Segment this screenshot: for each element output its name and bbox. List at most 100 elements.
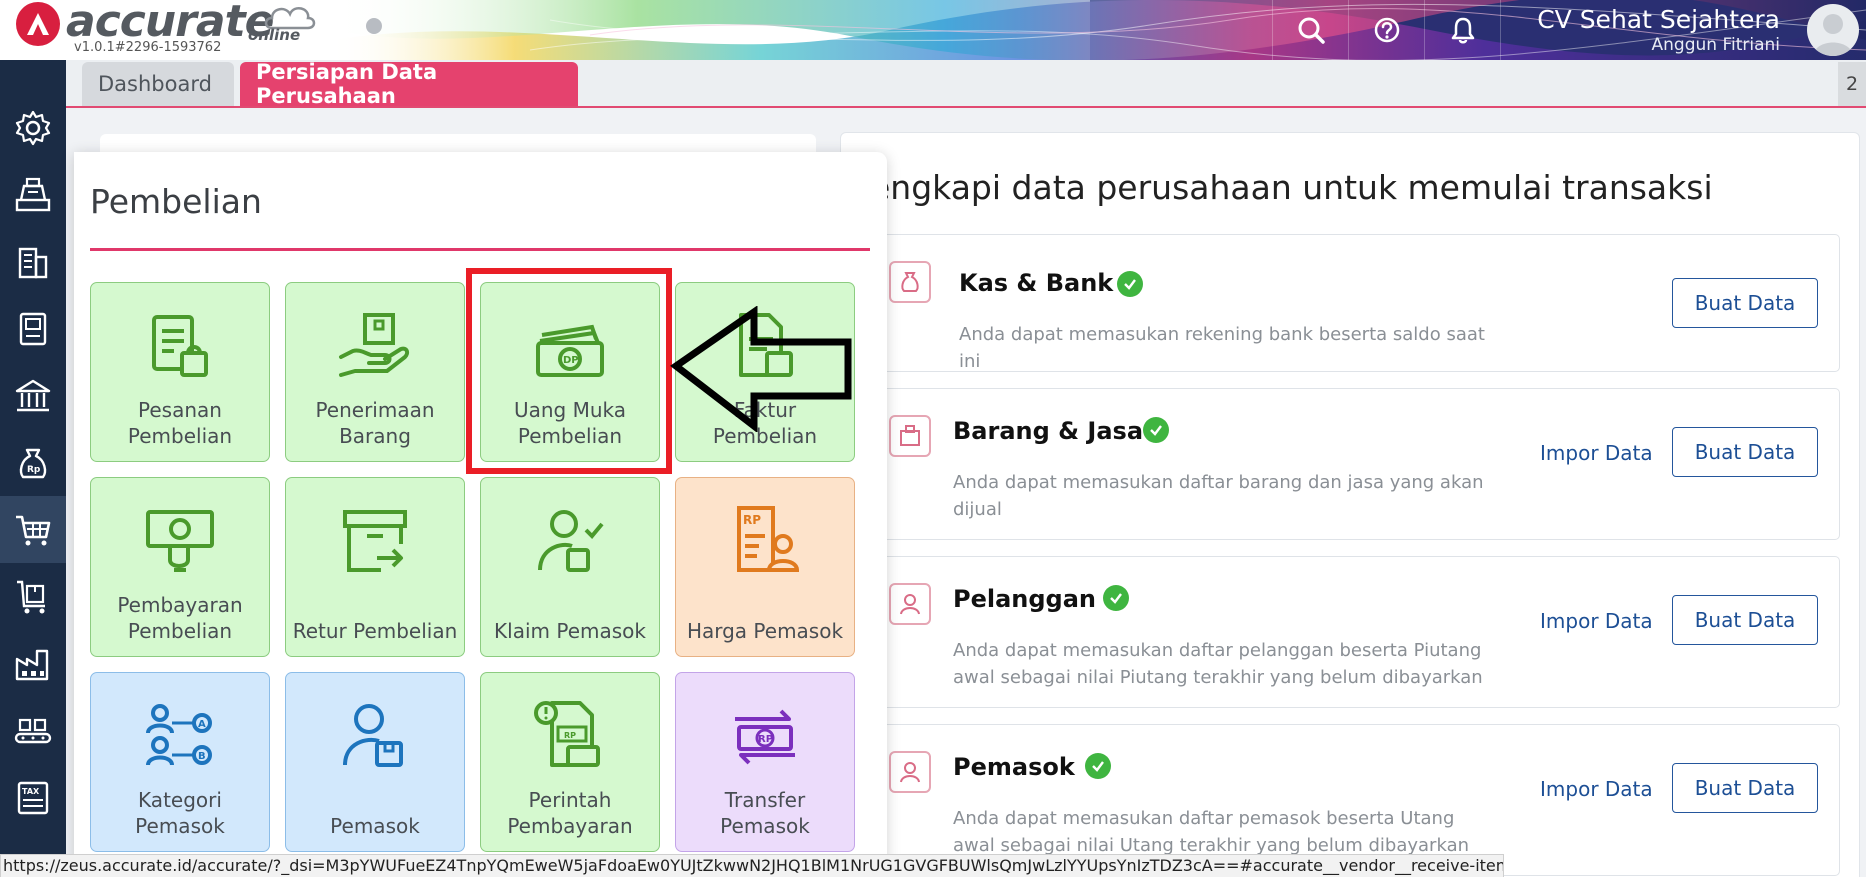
company-name: CV Sehat Sejahtera [1537, 5, 1780, 34]
task-title: Pemasok [953, 753, 1075, 781]
conveyor-icon [14, 718, 52, 743]
notification-button[interactable] [1424, 0, 1500, 60]
buat-data-button[interactable]: Buat Data [1672, 595, 1818, 645]
vendor-icon [889, 751, 931, 793]
cash-register-icon [15, 177, 51, 211]
setup-title: engkapi data perusahaan untuk memulai tr… [870, 168, 1713, 207]
tile-label: Pesanan Pembelian [127, 398, 233, 448]
svg-text:Rp: Rp [27, 465, 41, 475]
shopping-cart-box-icon [17, 580, 45, 613]
highlight-annotation [466, 268, 672, 474]
task-row-kas-bank: Kas & Bank Anda dapat memasukan rekening… [868, 234, 1840, 372]
logo-online-text: online [248, 26, 301, 44]
sidebar-item-manufacture[interactable] [0, 630, 66, 697]
sidebar-item-tax[interactable]: TAX [0, 764, 66, 831]
building-icon [18, 247, 48, 278]
svg-text:RP: RP [758, 734, 773, 745]
popup-title: Pembelian [90, 182, 262, 221]
task-description: Anda dapat memasukan daftar barang dan j… [953, 472, 1484, 520]
task-title: Kas & Bank [959, 269, 1114, 297]
purchase-payment-icon [146, 510, 214, 572]
buat-data-button[interactable]: Buat Data [1672, 427, 1818, 477]
sidebar-item-ledger[interactable] [0, 295, 66, 362]
tile-label: Penerimaan Barang [315, 398, 435, 448]
bank-icon [15, 379, 51, 411]
tile-klaim-pemasok[interactable]: Klaim Pemasok [480, 477, 660, 657]
sidebar-item-production[interactable] [0, 697, 66, 764]
tile-pesanan-pembelian[interactable]: Pesanan Pembelian [90, 282, 270, 462]
customer-icon [889, 583, 931, 625]
sidebar-item-cash-register[interactable] [0, 161, 66, 228]
status-url: https://zeus.accurate.id/accurate/?_dsi=… [0, 854, 1504, 877]
sidebar-item-company[interactable] [0, 228, 66, 295]
tile-label: Pemasok [330, 814, 420, 838]
task-description: Anda dapat memasukan daftar pelanggan be… [953, 640, 1483, 688]
vendor-price-icon: RP [737, 506, 800, 572]
impor-data-link[interactable]: Impor Data [1540, 609, 1653, 633]
svg-text:RP: RP [743, 513, 761, 527]
tile-pemasok[interactable]: Pemasok [285, 672, 465, 852]
sidebar-item-purchase[interactable] [0, 496, 66, 563]
bell-icon [1451, 17, 1474, 44]
tile-label: Klaim Pemasok [494, 619, 646, 643]
help-button[interactable] [1348, 0, 1424, 60]
tile-label: Pembayaran Pembelian [117, 593, 243, 643]
tile-pembayaran-pembelian[interactable]: Pembayaran Pembelian [90, 477, 270, 657]
payment-order-icon: RP [534, 701, 600, 767]
user-name: Anggun Fitriani [1651, 35, 1781, 55]
tab-count-badge[interactable]: 2 [1838, 62, 1866, 106]
receive-item-icon [339, 313, 410, 377]
company-switcher[interactable]: CV Sehat Sejahtera Anggun Fitriani [1500, 0, 1800, 60]
purchase-order-icon [152, 315, 208, 377]
impor-data-link[interactable]: Impor Data [1540, 777, 1653, 801]
buat-data-button[interactable]: Buat Data [1672, 278, 1818, 328]
tile-label: Kategori Pemasok [135, 788, 225, 838]
pembelian-menu-popup: Pembelian Pesanan Pembelian Penerimaan B… [74, 152, 887, 877]
tile-perintah-pembayaran[interactable]: RP Perintah Pembayaran [480, 672, 660, 852]
tab-dashboard[interactable]: Dashboard [82, 62, 234, 106]
app-version: v1.0.1#2296-1593762 [74, 40, 222, 55]
sidebar-item-settings[interactable] [0, 94, 66, 161]
task-row-barang-jasa: Barang & Jasa Anda dapat memasukan dafta… [868, 388, 1840, 540]
money-bag-icon: Rp [19, 448, 47, 478]
check-icon [1143, 417, 1169, 443]
popup-divider [90, 248, 870, 251]
tile-label: Retur Pembelian [292, 619, 458, 643]
tile-penerimaan-barang[interactable]: Penerimaan Barang [285, 282, 465, 462]
header-actions: CV Sehat Sejahtera Anggun Fitriani [1272, 0, 1866, 60]
sidebar-item-bank[interactable] [0, 362, 66, 429]
accurate-logo-icon [16, 2, 60, 46]
vendor-transfer-icon: RP [735, 709, 795, 765]
help-icon [1374, 17, 1399, 43]
factory-icon [15, 649, 49, 680]
arrow-annotation [670, 306, 852, 432]
ledger-icon [19, 312, 47, 345]
avatar[interactable] [1800, 0, 1866, 60]
tile-retur-pembelian[interactable]: Retur Pembelian [285, 477, 465, 657]
tab-bar: Dashboard Persiapan Data Perusahaan 2 [66, 60, 1866, 108]
tile-label: Harga Pemasok [686, 619, 844, 643]
vendor-icon [343, 704, 403, 767]
impor-data-link[interactable]: Impor Data [1540, 441, 1653, 465]
svg-text:B: B [198, 751, 206, 762]
tab-persiapan-data-perusahaan[interactable]: Persiapan Data Perusahaan [240, 60, 578, 108]
cart-icon [16, 515, 51, 545]
item-box-icon [889, 415, 931, 457]
search-icon [1298, 17, 1325, 44]
check-icon [1117, 271, 1143, 297]
status-dot [366, 18, 382, 34]
search-button[interactable] [1272, 0, 1348, 60]
check-icon [1103, 585, 1129, 611]
top-bar: accurate online v1.0.1#2296-1593762 CV S… [0, 0, 1866, 60]
purchase-return-icon [343, 510, 407, 572]
tile-kategori-pemasok[interactable]: AB Kategori Pemasok [90, 672, 270, 852]
logo-text: accurate [66, 0, 274, 47]
svg-text:TAX: TAX [22, 787, 40, 796]
vendor-claim-icon [538, 510, 604, 572]
sidebar-item-sales[interactable]: Rp [0, 429, 66, 496]
buat-data-button[interactable]: Buat Data [1672, 763, 1818, 813]
tile-harga-pemasok[interactable]: RP Harga Pemasok [675, 477, 855, 657]
sidebar-item-inventory[interactable] [0, 563, 66, 630]
tile-transfer-pemasok[interactable]: RP Transfer Pemasok [675, 672, 855, 852]
task-description: Anda dapat memasukan rekening bank beser… [959, 324, 1485, 372]
